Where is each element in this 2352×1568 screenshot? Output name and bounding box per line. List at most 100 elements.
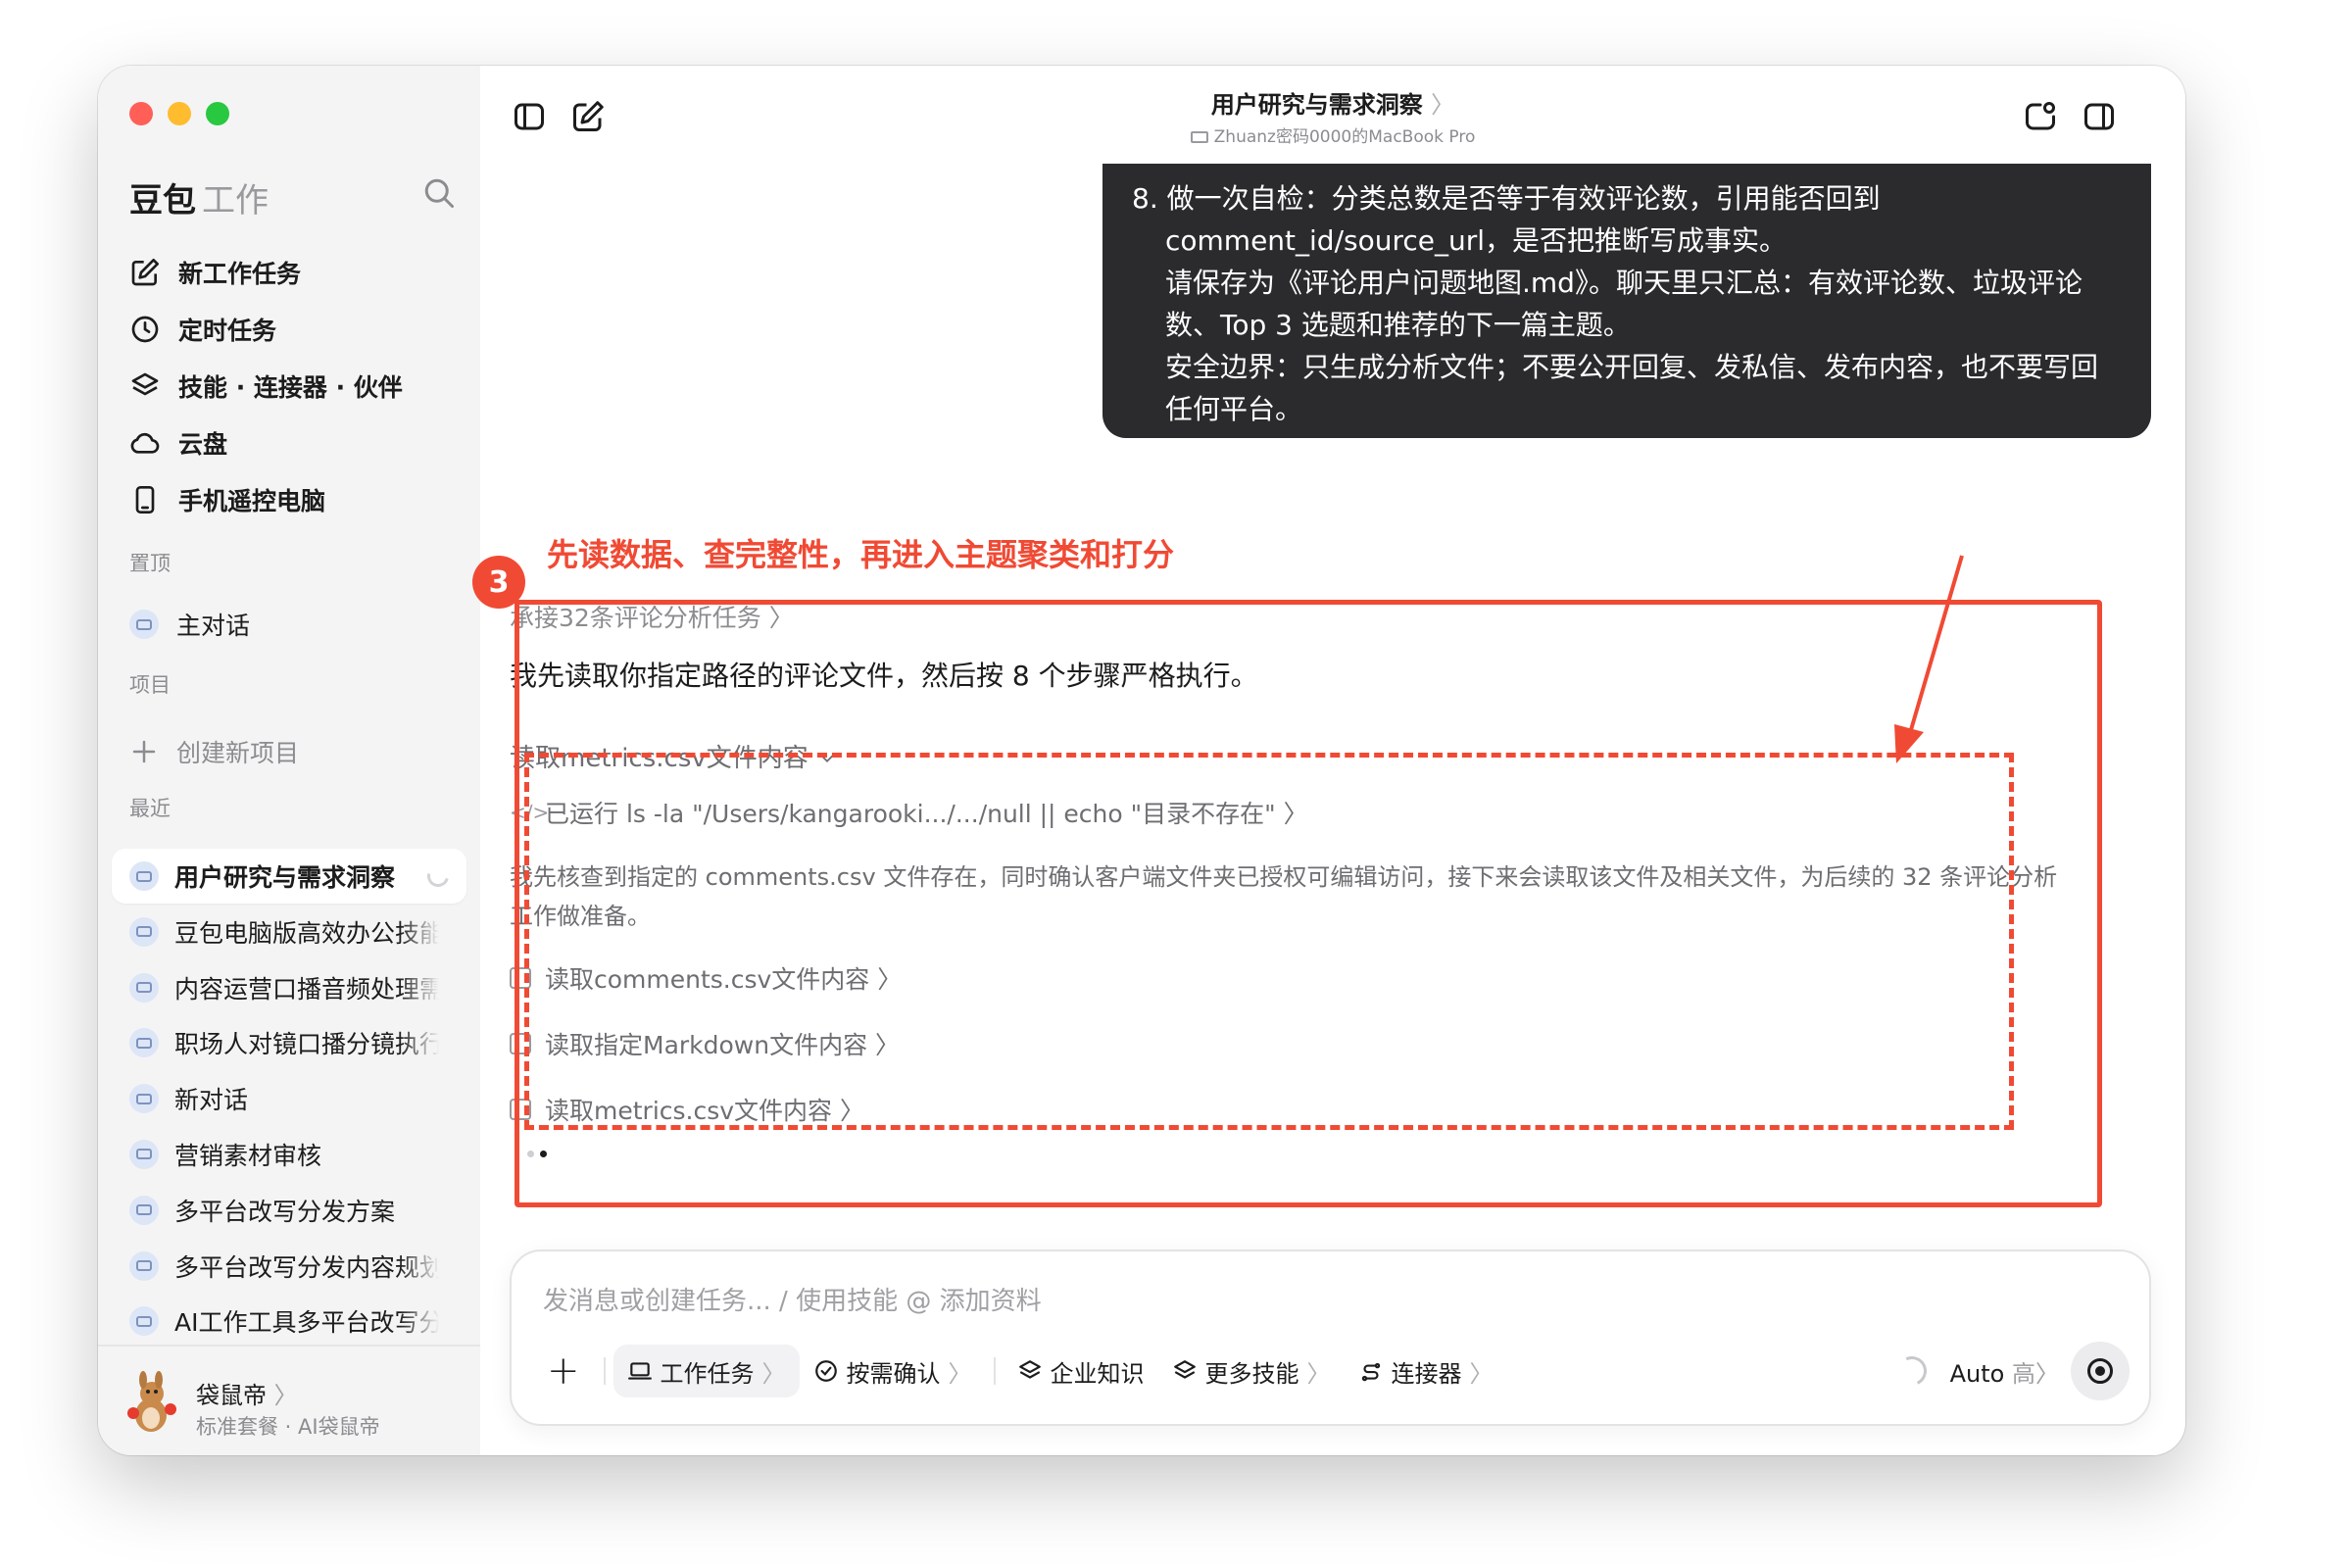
share-icon[interactable] [2023,99,2058,134]
pinned-chat-item[interactable]: 主对话 [129,603,250,646]
check-circle-icon [814,1360,837,1382]
window-controls [129,102,229,125]
chat-icon [129,972,159,1003]
cloud-icon [130,432,160,454]
clock-icon [131,316,159,343]
plus-icon [132,740,156,763]
recent-chat-title: AI工作工具多平台改写分发 [174,1308,439,1338]
user-profile[interactable]: 袋鼠帝 〉 标准套餐 · AI袋鼠帝 [98,1345,480,1455]
search-icon[interactable] [421,175,457,211]
zoom-window-button[interactable] [206,102,229,125]
annotation-dashed-frame [524,753,2014,1130]
nav-remote-control-label: 手机遥控电脑 [178,487,326,515]
confirm-mode-button[interactable]: 按需确认〉 [800,1345,986,1397]
work-task-button[interactable]: 工作任务〉 [612,1345,800,1397]
composer-toolbar: + 工作任务〉 按需确认〉 企业知识 更多技能〉 连接器 〉 [531,1342,2130,1400]
create-project-button[interactable]: 创建新项目 [129,730,299,773]
pinned-chat-label: 主对话 [176,612,251,640]
chat-icon [129,1084,159,1114]
device-info: Zhuanz密码0000的MacBook Pro [480,122,2185,147]
recent-chat-item[interactable]: 内容运营口播音频处理需求 [112,960,466,1015]
user-message-bubble: 8. 做一次自检：分类总数是否等于有效评论数，引用能否回到 comment_id… [1102,164,2151,438]
nav-skills[interactable]: 技能 · 连接器 · 伙伴 [129,363,403,410]
message-line: comment_id/source_url，是否把推断写成事实。 [1165,224,1788,257]
work-task-label: 工作任务 [660,1359,755,1388]
chevron-right-icon: 〉 [1306,1359,1331,1388]
user-name-text: 袋鼠帝 [196,1382,267,1409]
attach-button[interactable]: + [531,1345,596,1397]
connectors-label: 连接器 [1391,1359,1462,1388]
recent-chat-item[interactable]: 多平台改写分发方案 [112,1183,466,1238]
chat-icon [129,1139,159,1169]
main-panel: 用户研究与需求洞察 〉 Zhuanz密码0000的MacBook Pro 8. … [472,66,2185,1455]
model-level-label: 高 [2012,1359,2035,1388]
nav-scheduled-tasks-label: 定时任务 [178,317,277,345]
page-title[interactable]: 用户研究与需求洞察 〉 [480,85,2185,120]
more-skills-button[interactable]: 更多技能〉 [1158,1345,1345,1397]
edit-icon [131,259,159,286]
nav-skills-label: 技能 · 连接器 · 伙伴 [178,373,403,402]
minimize-window-button[interactable] [168,102,191,125]
recent-chat-item[interactable]: 多平台改写分发内容规划 [112,1239,466,1294]
app-brand: 豆包 工作 [129,173,269,221]
chevron-right-icon: 〉 [948,1359,972,1388]
annotation-badge: 3 [472,556,525,609]
close-window-button[interactable] [129,102,153,125]
layers-icon [1018,1360,1041,1379]
enterprise-knowledge-button[interactable]: 企业知识 [1004,1345,1158,1397]
brand-name: 豆包 [129,181,196,220]
phone-icon [135,486,155,514]
nav-cloud-drive[interactable]: 云盘 [129,419,227,466]
nav-scheduled-tasks[interactable]: 定时任务 [129,306,276,353]
recent-chat-item[interactable]: 用户研究与需求洞察 [112,849,466,904]
nav-new-task-label: 新工作任务 [178,260,302,288]
stop-button[interactable] [2071,1342,2130,1400]
nav-new-task[interactable]: 新工作任务 [129,249,301,296]
message-line: 安全边界：只生成分析文件；不要公开回复、发私信、发布内容，也不要写回 [1165,351,2099,383]
brand-subtitle: 工作 [202,181,269,220]
recent-label: 最近 [129,797,171,820]
recent-chat-item[interactable]: 新对话 [112,1071,466,1126]
message-line: 任何平台。 [1165,393,1303,425]
nav-remote-control[interactable]: 手机遥控电脑 [129,476,325,523]
recent-chats: 用户研究与需求洞察 豆包电脑版高效办公技能 内容运营口播音频处理需求 职场人对镜… [112,849,466,1349]
chat-icon [129,1250,159,1281]
recent-chat-title: 用户研究与需求洞察 [174,863,396,892]
recent-chat-item[interactable]: 豆包电脑版高效办公技能 [112,905,466,959]
chat-icon [129,1028,159,1058]
app-window: 豆包 工作 新工作任务 定时任务 技能 · 连接器 · 伙伴 云盘 手机遥控电脑 … [98,66,2185,1455]
chat-icon [129,610,159,639]
stop-icon [2087,1358,2113,1384]
model-mode-label: Auto [1949,1359,2005,1388]
chevron-right-icon: 〉 [2035,1359,2059,1388]
model-mode-selector[interactable]: Auto 高〉 [1950,1354,2059,1389]
recent-chat-title: 豆包电脑版高效办公技能 [174,918,439,948]
pinned-label: 置顶 [129,552,171,575]
page-title-text: 用户研究与需求洞察 [1210,91,1423,119]
recent-chat-item[interactable]: 营销素材审核 [112,1127,466,1182]
nav-cloud-drive-label: 云盘 [178,430,228,459]
chat-icon [129,916,159,947]
chevron-right-icon: 〉 [1469,1359,1494,1388]
sidebar: 豆包 工作 新工作任务 定时任务 技能 · 连接器 · 伙伴 云盘 手机遥控电脑 … [98,66,482,1455]
chat-icon [129,861,159,891]
user-name[interactable]: 袋鼠帝 〉 [196,1376,298,1410]
device-name: Zhuanz密码0000的MacBook Pro [1213,127,1476,147]
chat-icon [129,1306,159,1337]
recent-chat-title: 营销素材审核 [174,1141,322,1170]
recent-chat-title: 多平台改写分发内容规划 [174,1252,439,1282]
toggle-panel-icon[interactable] [2082,99,2117,134]
layers-icon [1173,1360,1196,1379]
annotation-title: 先读数据、查完整性，再进入主题聚类和打分 [547,536,1175,573]
confirm-mode-label: 按需确认 [846,1359,941,1388]
message-input[interactable]: 发消息或创建任务... / 使用技能 @ 添加资料 [543,1281,1042,1317]
connectors-button[interactable]: 连接器〉 [1345,1345,1507,1397]
recent-chat-item[interactable]: AI工作工具多平台改写分发 [112,1294,466,1348]
laptop-icon [627,1362,652,1380]
laptop-icon [1190,131,1208,143]
chevron-right-icon: 〉 [761,1359,786,1388]
create-project-label: 创建新项目 [176,739,300,767]
recent-chat-item[interactable]: 职场人对镜口播分镜执行 [112,1015,466,1070]
message-line: 数、Top 3 选题和推荐的下一篇主题。 [1165,309,1631,341]
message-composer: 发消息或创建任务... / 使用技能 @ 添加资料 + 工作任务〉 按需确认〉 … [510,1250,2151,1426]
